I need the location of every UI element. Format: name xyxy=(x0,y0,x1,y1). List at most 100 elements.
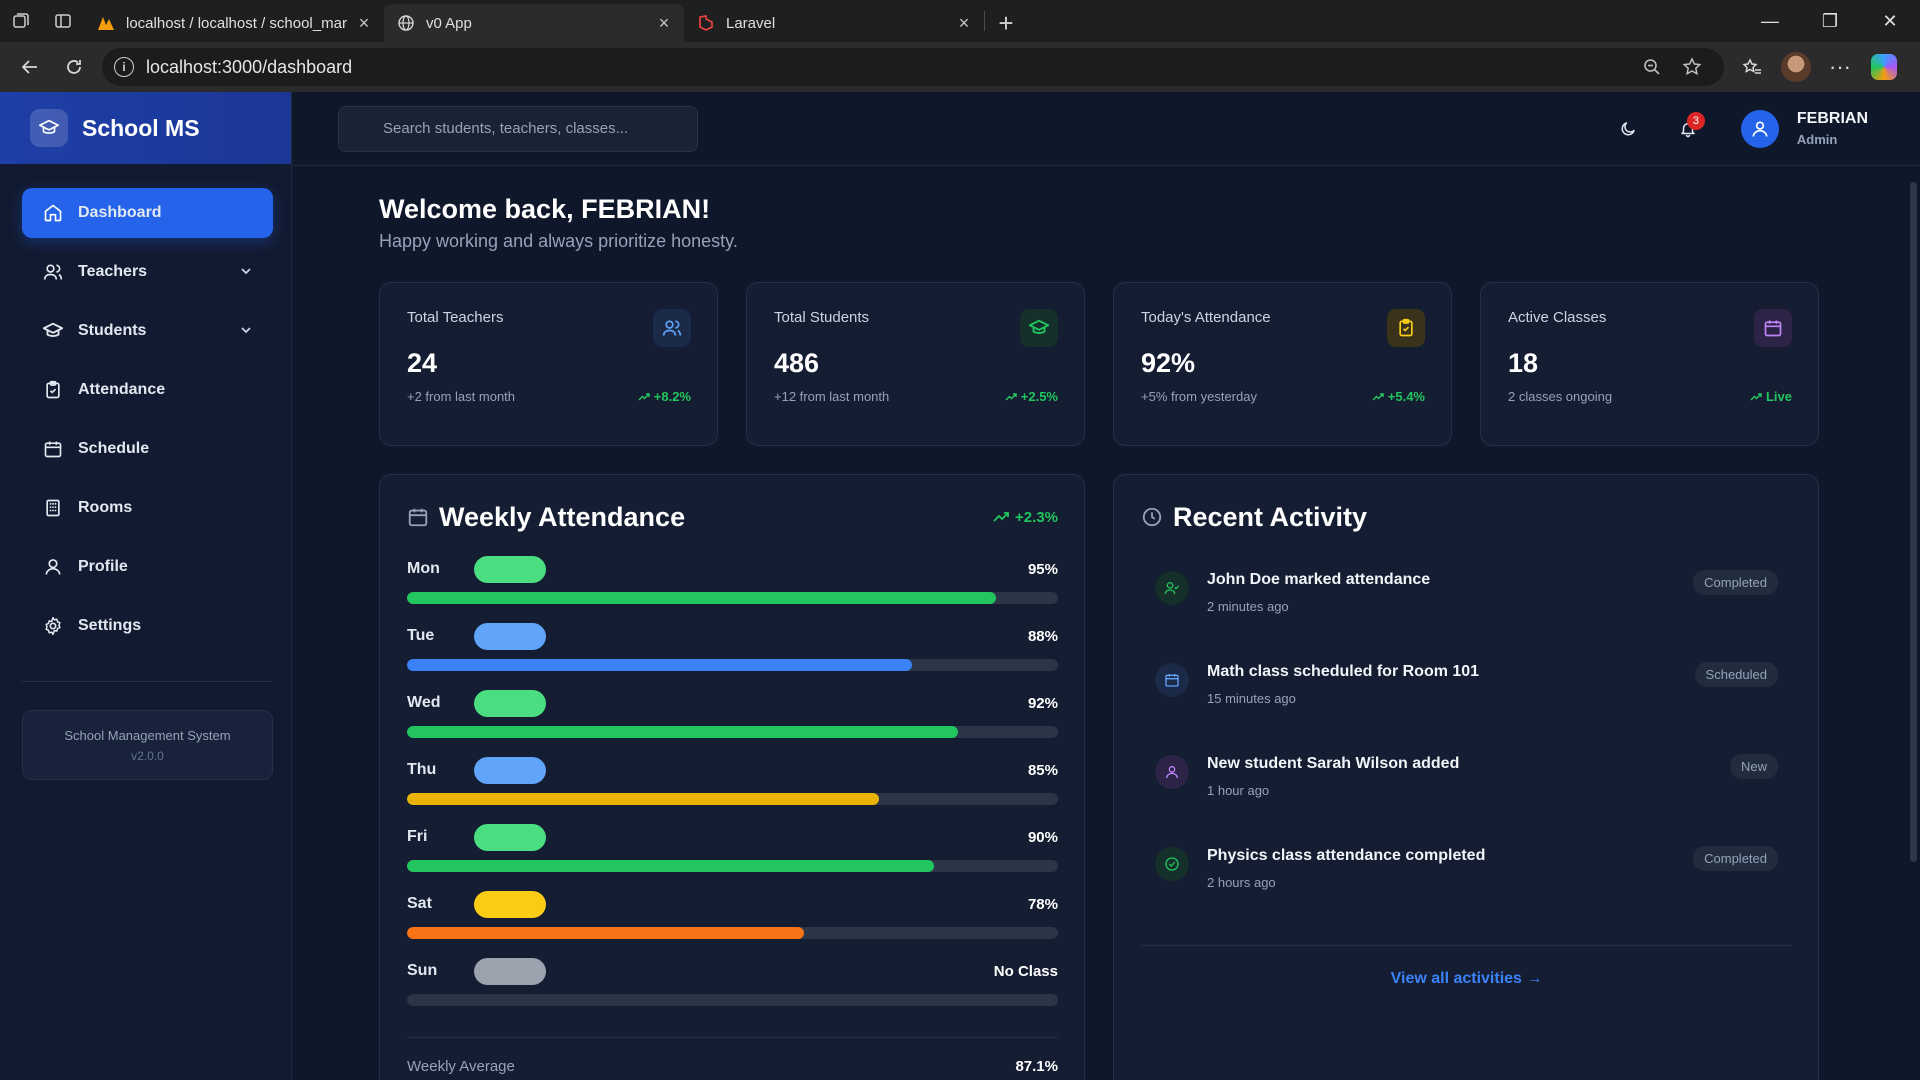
attendance-progress-track xyxy=(407,659,1058,671)
stats-row: Total Teachers 24 +2 from last month +8.… xyxy=(379,282,1819,446)
sidebar-item-label: Profile xyxy=(78,558,128,575)
address-bar[interactable]: i localhost:3000/dashboard xyxy=(102,48,1724,86)
vertical-tabs-icon[interactable] xyxy=(42,0,84,42)
chevron-down-icon[interactable] xyxy=(239,264,253,281)
stat-trend: +5.4% xyxy=(1372,389,1425,404)
minimize-button[interactable]: — xyxy=(1740,0,1800,42)
workspaces-icon[interactable] xyxy=(0,0,42,42)
list-item[interactable]: Physics class attendance completed 2 hou… xyxy=(1155,827,1778,919)
attendance-status-pill xyxy=(474,555,546,583)
sidebar-item-students[interactable]: Students xyxy=(22,306,273,356)
toolbar-right: ··· xyxy=(1730,47,1906,87)
system-name: School Management System xyxy=(64,727,231,743)
status-badge: Scheduled xyxy=(1694,662,1778,687)
more-options-icon[interactable]: ··· xyxy=(1818,47,1862,87)
close-icon[interactable]: × xyxy=(354,13,374,33)
zoom-icon[interactable] xyxy=(1632,57,1672,77)
stat-card-teachers[interactable]: Total Teachers 24 +2 from last month +8.… xyxy=(379,282,718,446)
header-actions: 3 FEBRIAN Admin xyxy=(1589,108,1874,150)
back-button[interactable] xyxy=(8,47,52,87)
users-icon xyxy=(42,261,64,283)
view-all-activities-link[interactable]: View all activities → xyxy=(1141,970,1792,988)
user-info[interactable]: FEBRIAN Admin xyxy=(1797,110,1868,147)
panels-row: Weekly Attendance +2.3% Mon 95% Tue 88% Wed 9… xyxy=(379,474,1819,1080)
attendance-progress-track xyxy=(407,592,1058,604)
theme-toggle-button[interactable] xyxy=(1607,108,1649,150)
search-box[interactable] xyxy=(338,105,698,152)
copilot-logo xyxy=(1871,54,1897,80)
copilot-icon[interactable] xyxy=(1862,47,1906,87)
attendance-day-label: Thu xyxy=(407,761,437,778)
calendar-icon xyxy=(1754,309,1792,347)
sidebar-item-settings[interactable]: Settings xyxy=(22,601,273,651)
attendance-progress-fill xyxy=(407,927,805,939)
activity-list: John Doe marked attendance 2 minutes ago… xyxy=(1141,551,1792,919)
attendance-progress-fill xyxy=(407,592,997,604)
list-item[interactable]: New student Sarah Wilson added 1 hour ag… xyxy=(1155,735,1778,827)
sidebar-item-rooms[interactable]: Rooms xyxy=(22,483,273,533)
stat-trend-value: Live xyxy=(1765,389,1792,404)
page-scrollbar[interactable] xyxy=(1910,182,1917,862)
activity-time: 2 minutes ago xyxy=(1207,599,1289,614)
close-icon[interactable]: × xyxy=(954,13,974,33)
activity-title: John Doe marked attendance xyxy=(1207,571,1431,588)
reload-button[interactable] xyxy=(52,47,96,87)
user-icon xyxy=(1155,755,1189,789)
close-icon[interactable]: × xyxy=(654,13,674,33)
browser-toolbar: i localhost:3000/dashboard ··· xyxy=(0,42,1920,92)
profile-avatar[interactable] xyxy=(1774,47,1818,87)
notifications-button[interactable]: 3 xyxy=(1667,108,1709,150)
attendance-progress-track xyxy=(407,793,1058,805)
check-circle-icon xyxy=(1155,847,1189,881)
attendance-day-label: Sat xyxy=(407,895,432,912)
attendance-trend-value: +2.3% xyxy=(1015,508,1058,526)
stat-card-attendance[interactable]: Today's Attendance 92% +5% from yesterda… xyxy=(1113,282,1452,446)
attendance-day-label: Fri xyxy=(407,828,428,845)
close-window-button[interactable]: ✕ xyxy=(1860,0,1920,42)
calendar-icon xyxy=(407,506,429,528)
favorite-star-icon[interactable] xyxy=(1672,57,1712,77)
stat-value: 486 xyxy=(774,348,820,378)
panel-title: Recent Activity xyxy=(1173,501,1368,532)
new-tab-button[interactable]: + xyxy=(985,4,1027,42)
stat-subtext: 2 classes ongoing xyxy=(1508,389,1613,404)
attendance-day-label: Mon xyxy=(407,560,440,577)
restore-button[interactable]: ❐ xyxy=(1800,0,1860,42)
attendance-progress-track xyxy=(407,994,1058,1006)
dashboard-content: Welcome back, FEBRIAN! Happy working and… xyxy=(379,194,1819,1080)
trending-up-icon xyxy=(1750,392,1762,401)
laravel-icon xyxy=(696,13,716,33)
sidebar-item-teachers[interactable]: Teachers xyxy=(22,247,273,297)
avatar[interactable] xyxy=(1740,109,1779,148)
favorites-icon[interactable] xyxy=(1730,47,1774,87)
tab-laravel[interactable]: Laravel × xyxy=(684,4,984,42)
sidebar-item-profile[interactable]: Profile xyxy=(22,542,273,592)
sidebar-item-label: Settings xyxy=(78,617,142,634)
brand[interactable]: School MS xyxy=(0,92,291,164)
url-text[interactable]: localhost:3000/dashboard xyxy=(146,57,1632,78)
stat-value: 92% xyxy=(1141,348,1196,378)
stat-card-students[interactable]: Total Students 486 +12 from last month +… xyxy=(746,282,1085,446)
search-input[interactable] xyxy=(383,120,683,137)
sidebar-item-schedule[interactable]: Schedule xyxy=(22,424,273,474)
tab-title: localhost / localhost / school_mar xyxy=(126,14,347,32)
stat-subtext: +12 from last month xyxy=(774,389,890,404)
site-info-icon[interactable]: i xyxy=(114,57,134,77)
attendance-status-pill xyxy=(474,823,546,851)
stat-card-classes[interactable]: Active Classes 18 2 classes ongoing Live xyxy=(1480,282,1819,446)
attendance-progress-track xyxy=(407,927,1058,939)
tab-phpmyadmin[interactable]: localhost / localhost / school_mar × xyxy=(84,4,384,42)
trending-up-icon xyxy=(1005,392,1017,401)
notification-badge: 3 xyxy=(1686,111,1705,130)
profile-picture xyxy=(1781,52,1811,82)
chevron-down-icon[interactable] xyxy=(239,323,253,340)
graduation-cap-icon xyxy=(1020,309,1058,347)
attendance-progress-fill xyxy=(407,793,879,805)
window-controls: — ❐ ✕ xyxy=(1740,0,1920,42)
list-item[interactable]: John Doe marked attendance 2 minutes ago… xyxy=(1155,551,1778,643)
list-item[interactable]: Math class scheduled for Room 101 15 min… xyxy=(1155,643,1778,735)
gear-icon xyxy=(42,615,64,637)
sidebar-item-dashboard[interactable]: Dashboard xyxy=(22,188,273,238)
sidebar-item-attendance[interactable]: Attendance xyxy=(22,365,273,415)
tab-v0-app[interactable]: v0 App × xyxy=(384,4,684,42)
